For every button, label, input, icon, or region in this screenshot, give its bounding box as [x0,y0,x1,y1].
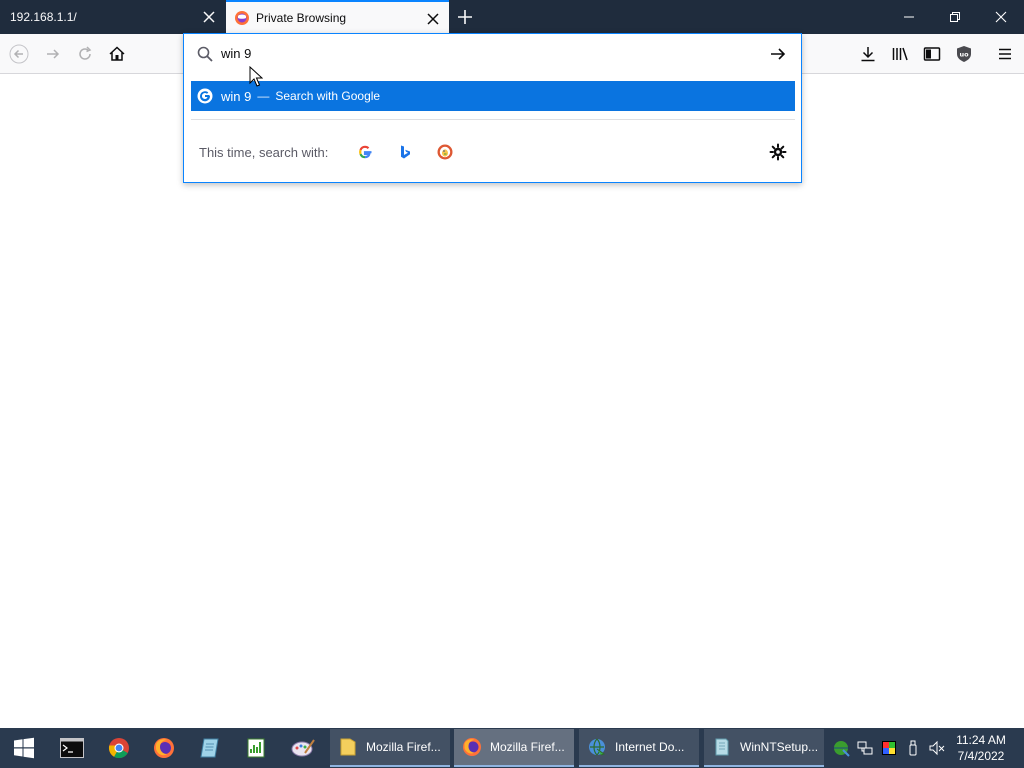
go-arrow-icon[interactable] [768,44,788,64]
private-browsing-icon [235,11,249,25]
spreadsheet-icon [247,738,265,758]
library-icon [892,47,908,61]
command-prompt-icon [60,738,84,758]
search-suggestion-row[interactable]: win 9 — Search with Google [191,81,795,111]
chrome-icon [108,738,129,759]
tab-router[interactable]: 192.168.1.1/ [0,0,225,34]
back-button[interactable] [9,44,29,64]
start-button[interactable] [0,728,48,768]
home-icon [109,46,125,61]
close-icon [995,11,1007,23]
search-engine-bing-button[interactable] [395,142,415,162]
taskbar-pin-firefox[interactable] [142,728,186,768]
search-settings-gear-icon[interactable] [768,142,788,162]
google-icon [197,88,213,104]
minimize-icon [904,16,914,18]
paint-icon [291,739,315,757]
usb-drive-icon [909,740,917,756]
network-icon [857,741,873,755]
forward-arrow-icon [47,49,60,59]
one-off-search-label: This time, search with: [199,145,329,160]
taskbar-app-button[interactable]: WinNTSetup... [704,729,824,767]
tray-lan-icon[interactable] [856,739,874,757]
internet-download-manager-icon [589,738,606,756]
firefox-icon [463,738,481,756]
tab-title: 192.168.1.1/ [10,10,77,24]
taskbar-app-button[interactable]: Mozilla Firef... [454,729,574,767]
ublock-origin-button[interactable]: uo [954,44,974,64]
suggestion-separator: — [257,89,270,103]
divider [191,119,795,120]
library-button[interactable] [890,44,910,64]
folder-icon [340,738,356,756]
address-bar-text[interactable]: win 9 [221,46,251,61]
taskbar-pin-spreadsheet-app[interactable] [234,728,278,768]
mouse-cursor-icon [249,66,263,87]
back-arrow-icon [9,44,29,64]
download-icon [861,47,875,62]
clock-date: 7/4/2022 [957,749,1005,763]
bing-icon [401,145,410,159]
menu-button[interactable] [995,44,1015,64]
taskbar-app-label: Mozilla Firef... [490,740,565,754]
tray-volume-muted-icon[interactable] [928,739,946,757]
address-bar-input[interactable]: win 9 [184,34,801,74]
restore-icon [950,12,960,22]
close-tab-icon[interactable] [425,11,441,27]
tray-color-app-icon[interactable] [880,739,898,757]
reload-button[interactable] [75,44,95,64]
color-palette-icon [882,741,896,755]
firefox-icon [154,738,174,758]
tab-strip: 192.168.1.1/ Private Browsing [0,0,1024,34]
taskbar-app-label: Mozilla Firef... [366,740,441,754]
ublock-origin-icon: uo [957,46,971,62]
minimize-button[interactable] [886,0,932,34]
taskbar-pin-chrome[interactable] [97,728,141,768]
suggestion-query: win 9 [221,88,252,104]
tab-title: Private Browsing [256,11,347,25]
tray-network-icon[interactable] [832,739,850,757]
taskbar-app-button[interactable]: Mozilla Firef... [330,729,450,767]
close-tab-icon[interactable] [201,9,217,25]
reload-icon [79,46,92,60]
hamburger-menu-icon [999,48,1011,60]
taskbar-pin-paint-app[interactable] [281,728,325,768]
taskbar-app-label: Internet Do... [615,740,685,754]
downloads-button[interactable] [858,44,878,64]
suggestion-action: Search with Google [275,89,381,103]
duckduckgo-icon [437,144,453,160]
taskbar-pin-command-prompt[interactable] [50,728,94,768]
sidebar-button[interactable] [922,44,942,64]
restore-button[interactable] [932,0,978,34]
taskbar-pin-notes-app[interactable] [188,728,232,768]
taskbar-app-label: WinNTSetup... [740,740,819,754]
clock-time: 11:24 AM [956,733,1006,747]
search-engine-duckduckgo-button[interactable] [435,142,455,162]
tray-usb-icon[interactable] [904,739,922,757]
tab-private-browsing[interactable]: Private Browsing [226,0,449,34]
taskbar-clock[interactable]: 11:24 AM 7/4/2022 [950,732,1012,764]
search-icon [197,46,213,62]
speaker-muted-icon [929,740,945,756]
taskbar-app-button[interactable]: Internet Do... [579,729,699,767]
svg-text:uo: uo [959,51,969,59]
globe-icon [834,741,850,757]
close-window-button[interactable] [978,0,1024,34]
winntsetup-icon [715,738,729,756]
forward-button[interactable] [43,44,63,64]
address-bar-popup: win 9 win 9 — Search with Google This ti… [183,33,802,183]
windows-logo-icon [14,737,34,759]
google-icon [359,145,372,159]
new-tab-plus-icon[interactable] [455,7,475,27]
search-engine-google-button[interactable] [355,142,375,162]
windows-taskbar: Mozilla Firef... Mozilla Firef... Intern… [0,728,1024,768]
sidebar-icon [923,47,941,61]
notepad-icon [200,738,219,758]
home-button[interactable] [107,44,127,64]
